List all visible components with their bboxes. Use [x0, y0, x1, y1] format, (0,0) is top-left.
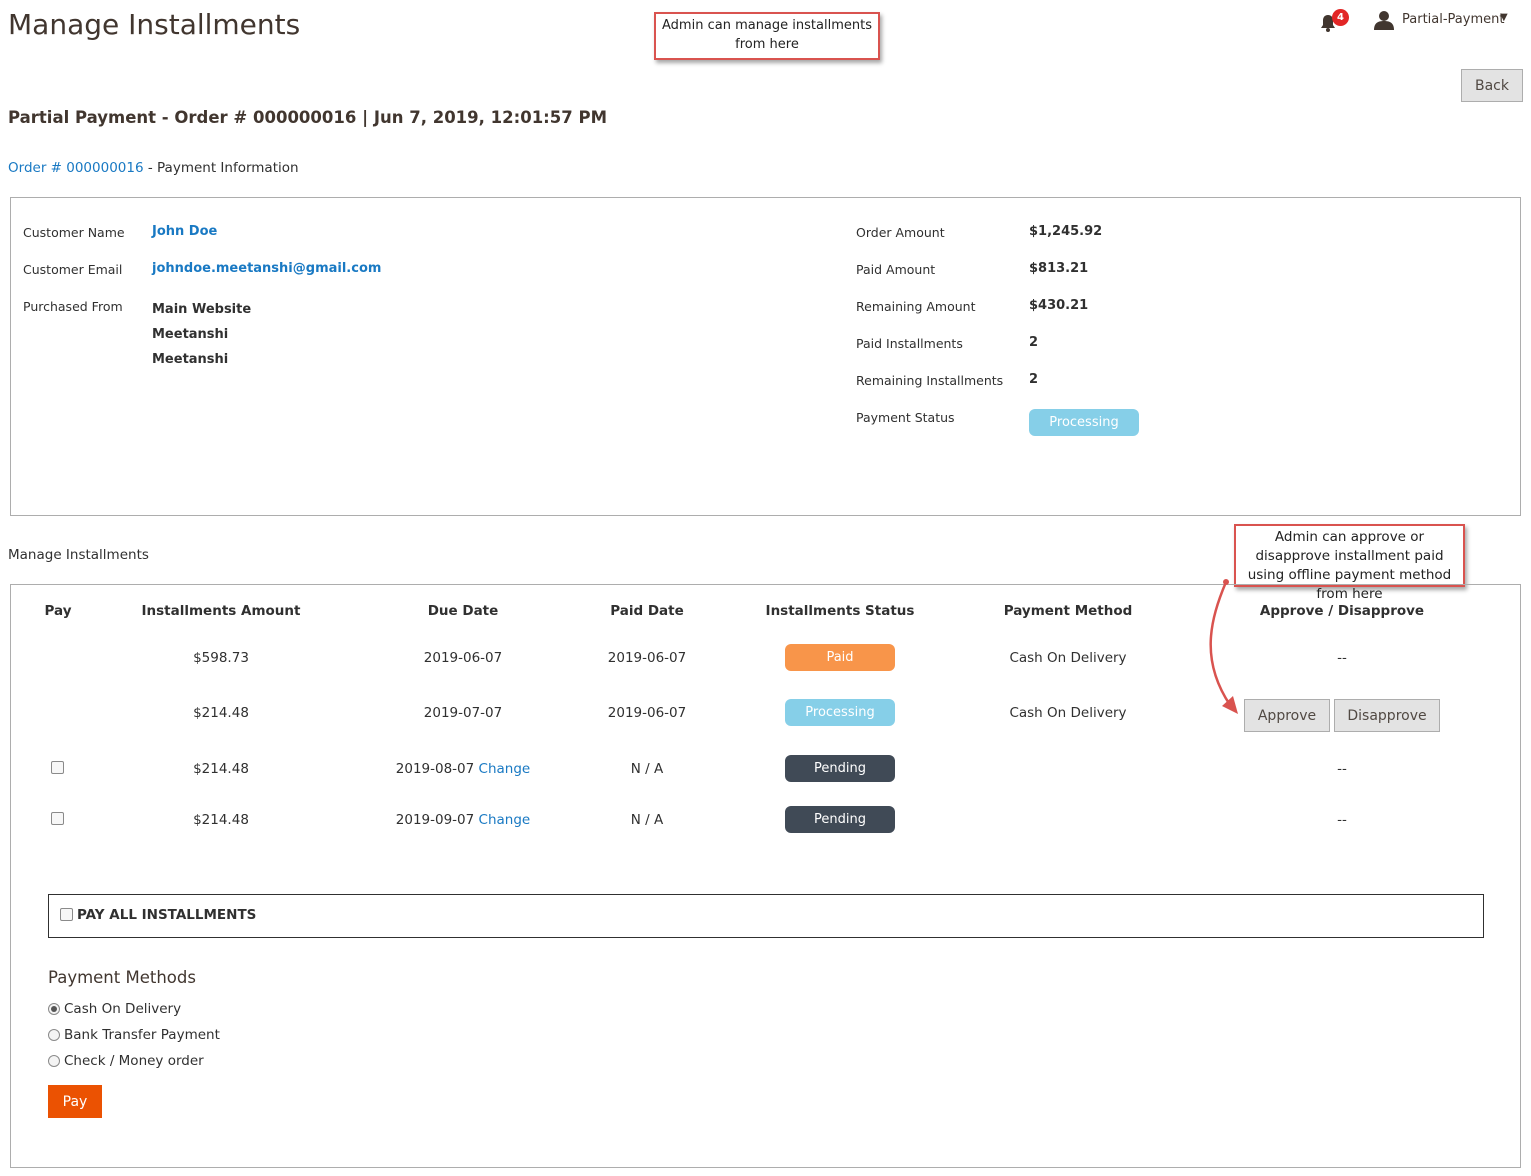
row4-paid-date: N / A — [630, 812, 664, 828]
pay-all-checkbox[interactable] — [60, 908, 73, 921]
row4-amount: $214.48 — [193, 812, 249, 828]
user-menu-name[interactable]: Partial-Payment — [1402, 12, 1504, 27]
customer-name-label: Customer Name — [23, 225, 125, 240]
row2-paid-date: 2019-06-07 — [607, 705, 687, 721]
row2-status-badge: Processing — [785, 699, 895, 726]
row4-status-badge: Pending — [785, 806, 895, 833]
row4-pay-checkbox[interactable] — [51, 812, 64, 825]
pay-button[interactable]: Pay — [48, 1085, 102, 1118]
payment-information-line: Order # 000000016 - Payment Information — [8, 160, 299, 176]
row1-payment-method: Cash On Delivery — [1009, 650, 1127, 666]
radio-bank-transfer[interactable] — [48, 1029, 60, 1041]
row1-paid-date: 2019-06-07 — [607, 650, 687, 666]
paid-amount-label: Paid Amount — [856, 262, 936, 277]
column-header-amount: Installments Amount — [141, 603, 301, 619]
row1-status-badge: Paid — [785, 644, 895, 671]
back-button[interactable]: Back — [1461, 69, 1523, 102]
remaining-amount-value: $430.21 — [1029, 298, 1089, 313]
paid-installments-label: Paid Installments — [856, 336, 963, 351]
customer-email-label: Customer Email — [23, 262, 123, 277]
column-header-due-date: Due Date — [427, 603, 499, 619]
row2-amount: $214.48 — [193, 705, 249, 721]
column-header-pay: Pay — [44, 603, 72, 619]
pay-all-installments-box — [48, 894, 1484, 938]
pay-all-installments-label[interactable]: PAY ALL INSTALLMENTS — [77, 907, 256, 923]
row3-due-date: 2019-08-07 — [395, 761, 475, 777]
column-header-approve-disapprove: Approve / Disapprove — [1259, 603, 1425, 619]
row3-approve-placeholder: -- — [1337, 761, 1347, 777]
payment-status-badge: Processing — [1029, 409, 1139, 436]
row1-amount: $598.73 — [193, 650, 249, 666]
payment-information-label: - Payment Information — [143, 160, 299, 176]
customer-email-link[interactable]: johndoe.meetanshi@gmail.com — [152, 261, 381, 276]
row3-paid-date: N / A — [630, 761, 664, 777]
row3-amount: $214.48 — [193, 761, 249, 777]
remaining-amount-label: Remaining Amount — [856, 299, 976, 314]
customer-name-link[interactable]: John Doe — [152, 224, 217, 239]
column-header-payment-method: Payment Method — [1003, 603, 1133, 619]
row4-change-date-link[interactable]: Change — [479, 812, 531, 828]
radio-cash-on-delivery[interactable] — [48, 1003, 60, 1015]
row3-status-badge: Pending — [785, 755, 895, 782]
row4-due-date: 2019-09-07 — [395, 812, 475, 828]
notification-count-badge: 4 — [1332, 9, 1349, 26]
order-heading: Partial Payment - Order # 000000016 | Ju… — [8, 108, 607, 127]
order-amount-value: $1,245.92 — [1029, 224, 1103, 239]
installments-panel — [10, 584, 1521, 1168]
row4-approve-placeholder: -- — [1337, 812, 1347, 828]
remaining-installments-label: Remaining Installments — [856, 373, 1004, 388]
payment-information-panel — [10, 197, 1521, 516]
annotation-callout-manage: Admin can manage installments from here — [654, 12, 880, 60]
row1-due-date: 2019-06-07 — [423, 650, 503, 666]
radio-label-bank-transfer[interactable]: Bank Transfer Payment — [64, 1027, 220, 1043]
payment-status-label: Payment Status — [856, 410, 955, 425]
row1-approve-placeholder: -- — [1337, 650, 1347, 666]
chevron-down-icon[interactable]: ▼ — [1500, 12, 1508, 23]
column-header-status: Installments Status — [765, 603, 915, 619]
annotation-callout-approve: Admin can approve or disapprove installm… — [1234, 524, 1465, 602]
purchased-from-store: Meetanshi — [152, 327, 229, 342]
radio-label-check-money-order[interactable]: Check / Money order — [64, 1053, 204, 1069]
disapprove-button[interactable]: Disapprove — [1334, 699, 1440, 732]
radio-check-money-order[interactable] — [48, 1055, 60, 1067]
paid-installments-value: 2 — [1029, 335, 1039, 350]
page-title: Manage Installments — [8, 8, 301, 41]
order-link[interactable]: Order # 000000016 — [8, 160, 144, 176]
manage-installments-title: Manage Installments — [8, 547, 149, 563]
row2-payment-method: Cash On Delivery — [1009, 705, 1127, 721]
row2-due-date: 2019-07-07 — [423, 705, 503, 721]
annotation-arrow-icon — [1209, 579, 1238, 714]
column-header-paid-date: Paid Date — [610, 603, 684, 619]
purchased-from-website: Main Website — [152, 302, 252, 317]
radio-label-cash-on-delivery[interactable]: Cash On Delivery — [64, 1001, 181, 1017]
purchased-from-store-view: Meetanshi — [152, 352, 229, 367]
row3-change-date-link[interactable]: Change — [479, 761, 531, 777]
paid-amount-value: $813.21 — [1029, 261, 1089, 276]
remaining-installments-value: 2 — [1029, 372, 1039, 387]
user-avatar-icon[interactable] — [1374, 10, 1394, 30]
row3-due-date-cell: 2019-08-07 Change — [363, 761, 563, 777]
order-amount-label: Order Amount — [856, 225, 945, 240]
purchased-from-label: Purchased From — [23, 299, 123, 314]
row4-due-date-cell: 2019-09-07 Change — [363, 812, 563, 828]
payment-methods-title: Payment Methods — [48, 968, 196, 987]
row3-pay-checkbox[interactable] — [51, 761, 64, 774]
